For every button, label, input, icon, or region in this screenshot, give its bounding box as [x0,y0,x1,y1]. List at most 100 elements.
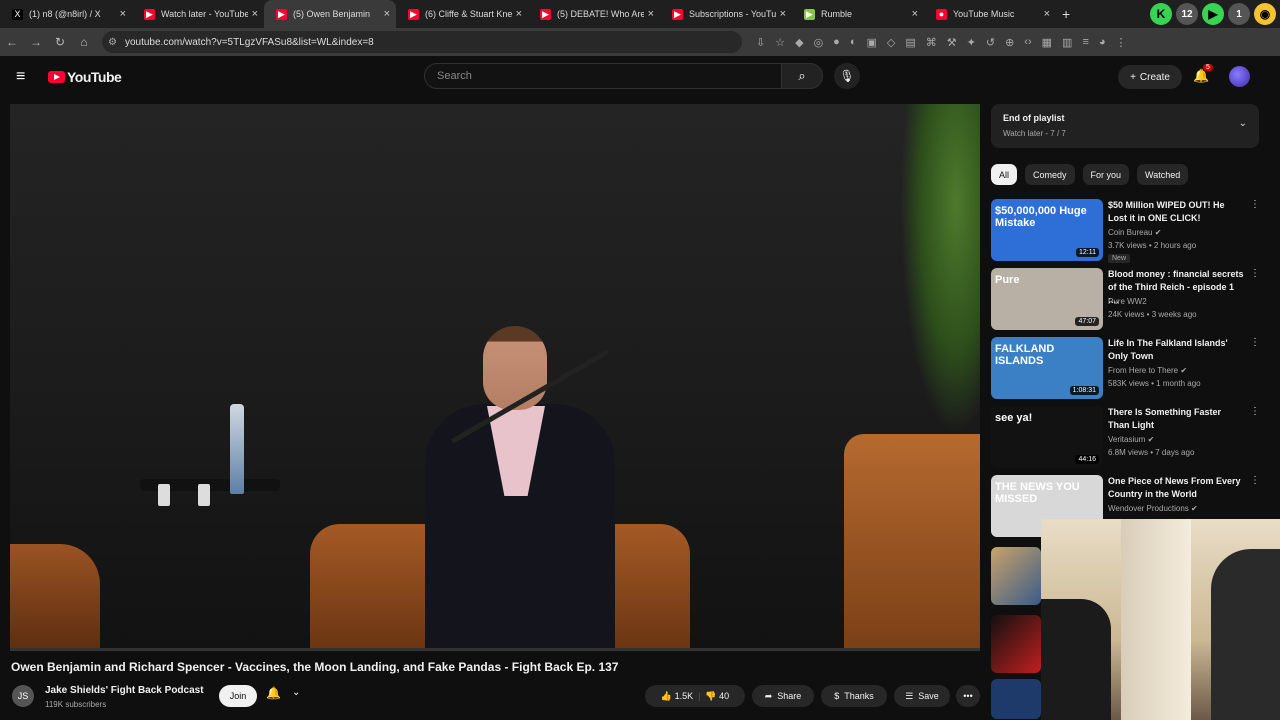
playlist-panel[interactable]: End of playlist Watch later - 7 / 7 ⌄ [991,104,1259,148]
save-button[interactable]: ☰ Save [894,685,950,707]
recommendation-channel[interactable]: Coin Bureau ✔ [1108,226,1161,239]
search-input[interactable]: Search [424,63,782,89]
menu-icon[interactable]: ⋮ [1116,36,1127,49]
video-thumbnail[interactable] [991,615,1041,673]
more-vertical-icon[interactable]: ⋮ [1250,406,1260,417]
dislike-button[interactable]: 👎 40 [705,691,729,702]
extension-icon[interactable]: ▣ [866,36,876,49]
more-vertical-icon[interactable]: ⋮ [1250,475,1260,486]
bookmark-star-icon[interactable]: ☆ [775,36,785,49]
recommendation-title[interactable]: Life In The Falkland Islands' Only Town [1108,337,1244,363]
video-thumbnail[interactable]: FALKLAND ISLANDS 1:08:31 [991,337,1103,399]
more-vertical-icon[interactable]: ⋮ [1250,199,1260,210]
play-extension-icon[interactable]: ▶ [1202,3,1224,25]
recommendation-title[interactable]: There Is Something Faster Than Light [1108,406,1244,432]
recommendation-channel[interactable]: Veritasium ✔ [1108,433,1154,446]
translate-icon[interactable]: ⌘ [926,36,937,49]
video-thumbnail[interactable]: see ya! 44:16 [991,406,1103,468]
more-vertical-icon[interactable]: ⋮ [1250,268,1260,279]
close-icon[interactable]: × [252,8,258,20]
recommendation-channel[interactable]: Wendover Productions ✔ [1108,502,1198,515]
site-info-icon[interactable]: ⚙ [108,37,117,48]
extensions-puzzle-icon[interactable]: ✦ [967,36,976,49]
extension-icon[interactable]: ◆ [795,36,803,49]
recommendation-channel[interactable]: Pure WW2 [1108,295,1147,308]
code-icon[interactable]: ‹› [1024,36,1031,49]
recommendation-item[interactable]: FALKLAND ISLANDS 1:08:31 Life In The Falkl… [991,337,1260,403]
more-vertical-icon[interactable]: ⋮ [1250,337,1260,348]
game-extension-icon[interactable]: ◉ [1254,3,1276,25]
new-tab-button[interactable]: + [1062,6,1070,22]
video-thumbnail[interactable]: Pure 47:07 [991,268,1103,330]
browser-tab[interactable]: ▶ Watch later - YouTube × [132,0,264,28]
video-thumbnail[interactable]: $50,000,000 Huge Mistake 12:11 [991,199,1103,261]
video-thumbnail[interactable] [991,679,1041,719]
recommendation-title[interactable]: $50 Million WIPED OUT! He Lost it in ONE… [1108,199,1244,225]
extension-icon[interactable]: ● [833,36,840,49]
close-icon[interactable]: × [516,8,522,20]
browser-tab[interactable]: ▶ (5) Owen Benjamin × [264,0,396,28]
browser-tab[interactable]: ▶ (5) DEBATE! Who Are th × [528,0,660,28]
extension-icon[interactable]: ◎ [814,36,824,49]
youtube-logo[interactable]: YouTube [48,69,122,85]
sidebar-icon[interactable]: ▥ [1062,36,1072,49]
chip-comedy[interactable]: Comedy [1025,164,1075,185]
close-icon[interactable]: × [1044,8,1050,20]
share-button[interactable]: ➦ Share [752,685,814,707]
channel-name[interactable]: Jake Shields' Fight Back Podcast [45,685,204,696]
chevron-down-icon[interactable]: ⌄ [292,687,300,698]
create-button[interactable]: + Create [1118,65,1182,89]
close-icon[interactable]: × [384,8,390,20]
voice-search-button[interactable]: 🎙 [834,63,860,89]
video-player[interactable] [10,104,980,650]
account-avatar[interactable] [1229,66,1250,87]
back-icon[interactable]: ← [0,35,24,49]
recommendation-item[interactable]: $50,000,000 Huge Mistake 12:11 $50 Million… [991,199,1260,265]
browser-tab[interactable]: X (1) n8 (@n8irl) / X × [0,0,132,28]
channel-avatar[interactable]: JS [12,685,34,707]
forward-icon[interactable]: → [24,35,48,49]
tools-icon[interactable]: ⚒ [947,36,957,49]
more-actions-button[interactable]: ••• [956,685,980,707]
reading-list-icon[interactable]: ▦ [1042,36,1052,49]
k-extension-icon[interactable]: K [1150,3,1172,25]
extension-icon[interactable]: ◐ [850,36,857,49]
recommendation-item[interactable]: see ya! 44:16 There Is Something Faster Th… [991,406,1260,472]
chip-all[interactable]: All [991,164,1018,185]
browser-tab[interactable]: ▶ Rumble × [792,0,924,28]
profile-icon[interactable]: ◕ [1099,36,1106,49]
recommendation-item[interactable]: Pure 47:07 Blood money : financial secrets… [991,268,1260,334]
close-icon[interactable]: × [912,8,918,20]
hamburger-menu-icon[interactable]: ≡ [16,68,32,86]
like-button[interactable]: 👍 1.5K [661,691,693,702]
extension-icon[interactable]: ⊕ [1005,36,1014,49]
browser-tab[interactable]: ▶ Subscriptions - YouTube × [660,0,792,28]
chip-for-you[interactable]: For you [1082,164,1130,185]
video-thumbnail[interactable] [991,547,1041,605]
join-button[interactable]: Join [219,685,257,707]
video-progress-bar[interactable] [10,648,980,651]
close-icon[interactable]: × [780,8,786,20]
media-control-icon[interactable]: ≡ [1082,36,1088,49]
recommendation-title[interactable]: One Piece of News From Every Country in … [1108,475,1244,501]
thanks-button[interactable]: $ Thanks [821,685,887,707]
close-icon[interactable]: × [120,8,126,20]
counter-badge-2[interactable]: 1 [1228,3,1250,25]
close-icon[interactable]: × [648,8,654,20]
counter-badge[interactable]: 12 [1176,3,1198,25]
browser-tab[interactable]: ● YouTube Music × [924,0,1056,28]
browser-tab[interactable]: ▶ (6) Cliffe & Stuart Knech × [396,0,528,28]
history-icon[interactable]: ↺ [986,36,995,49]
install-icon[interactable]: ⇩ [756,36,765,49]
extension-icon[interactable]: ◇ [887,36,895,49]
verified-icon: ✔ [1180,366,1188,375]
chevron-down-icon[interactable]: ⌄ [1239,118,1247,129]
home-icon[interactable]: ⌂ [72,35,96,49]
recommendation-channel[interactable]: From Here to There ✔ [1108,364,1187,377]
url-field[interactable]: ⚙ youtube.com/watch?v=5TLgzVFASu8&list=W… [102,31,742,53]
subscription-bell-icon[interactable]: 🔔 [266,686,281,700]
search-button[interactable]: ⌕ [781,63,823,89]
reload-icon[interactable]: ↻ [48,35,72,49]
chip-watched[interactable]: Watched [1137,164,1189,185]
extension-icon[interactable]: ▤ [905,36,915,49]
